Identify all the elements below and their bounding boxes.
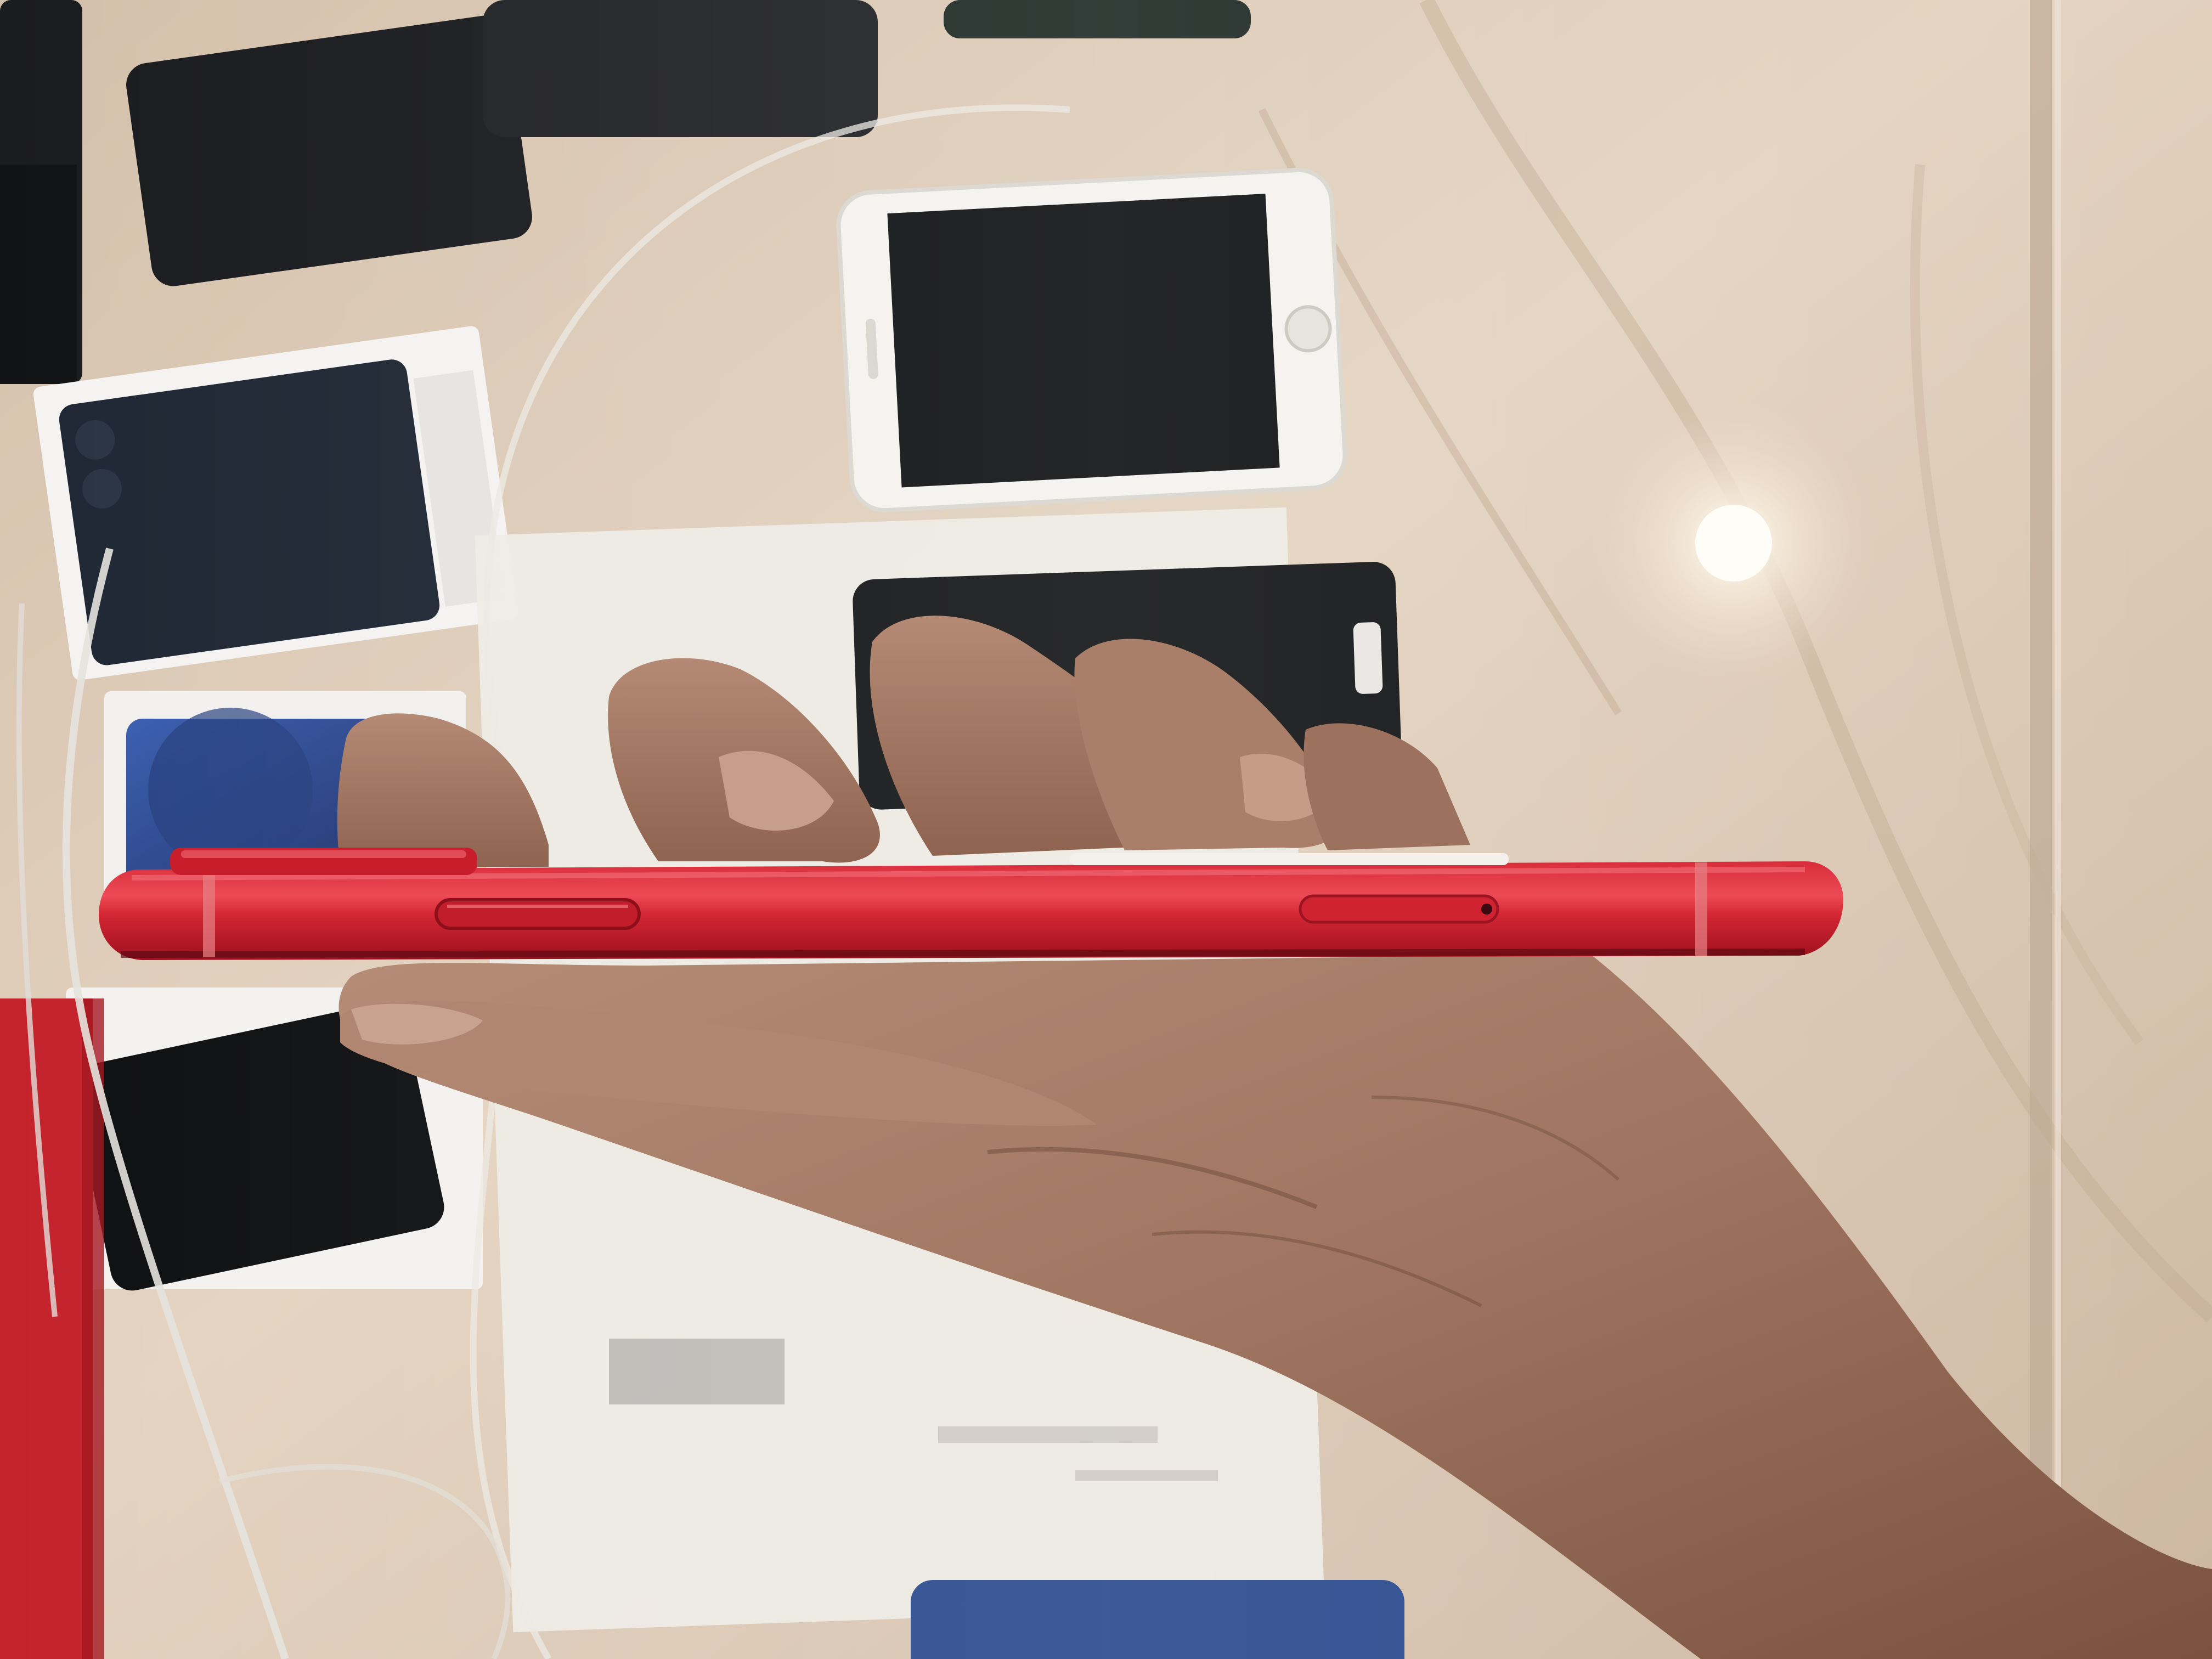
sim-tray — [1299, 894, 1499, 924]
photo-scene — [0, 0, 2212, 1659]
side-button — [435, 898, 641, 930]
white-phone-edge — [1070, 853, 1509, 865]
sim-eject-hole — [1481, 904, 1492, 915]
antenna-band — [1695, 862, 1707, 956]
antenna-band — [203, 870, 215, 957]
